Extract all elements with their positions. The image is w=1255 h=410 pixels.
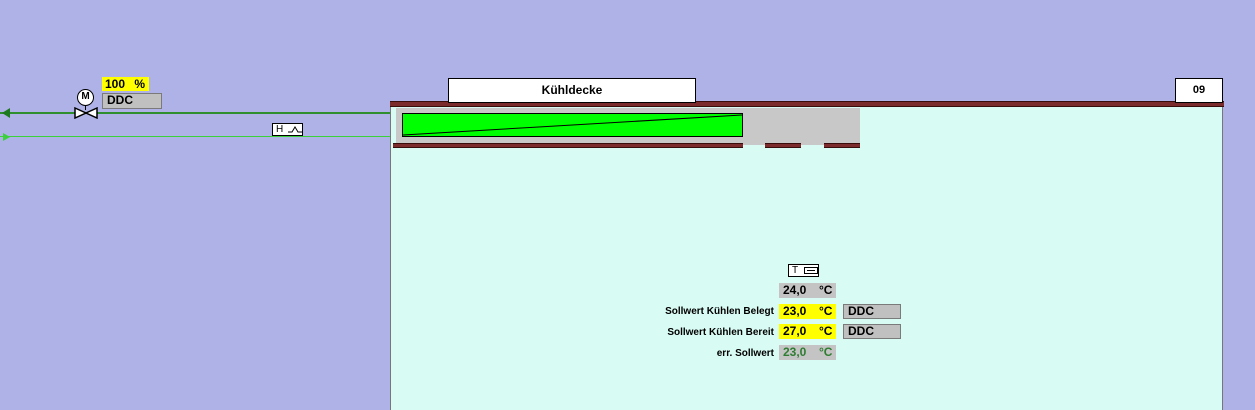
room-temperature-readout[interactable]: 24,0 °C xyxy=(779,283,836,298)
heat-exchanger-tag[interactable]: H xyxy=(272,123,303,136)
valve-position-unit: % xyxy=(134,77,146,91)
heat-exchanger-letter: H xyxy=(276,124,284,135)
room-number: 09 xyxy=(1175,78,1223,103)
effective-setpoint-readout[interactable]: 23,0 °C xyxy=(779,345,836,360)
valve-position-readout[interactable]: 100 % xyxy=(102,77,149,91)
supply-pipe xyxy=(0,112,392,114)
sensor-symbol-icon xyxy=(803,266,818,274)
setpoint-standby-label: Sollwert Kühlen Bereit xyxy=(667,327,774,338)
motor-icon[interactable]: M xyxy=(77,89,94,106)
setpoint-occupied-ddc-button[interactable]: DDC xyxy=(843,304,901,319)
return-pipe xyxy=(0,136,392,137)
room-temperature-value: 24,0 xyxy=(783,283,807,297)
panel-rail-middle xyxy=(765,143,801,148)
setpoint-standby-ddc-button[interactable]: DDC xyxy=(843,324,901,339)
valve-icon[interactable] xyxy=(74,107,98,119)
setpoint-occupied-input[interactable]: 23,0 °C xyxy=(779,304,836,319)
valve-position-value: 100 xyxy=(105,77,126,91)
room-temperature-unit: °C xyxy=(819,283,833,297)
effective-setpoint-unit: °C xyxy=(819,345,833,359)
panel-flow-line xyxy=(403,114,742,136)
sensor-letter: T xyxy=(792,265,798,276)
supply-flow-arrow-icon xyxy=(2,108,10,118)
panel-rail-right xyxy=(824,143,860,148)
return-flow-arrow-icon xyxy=(3,133,10,141)
temperature-sensor-tag[interactable]: T xyxy=(788,264,819,277)
setpoint-standby-input[interactable]: 27,0 °C xyxy=(779,324,836,339)
setpoint-standby-value: 27,0 xyxy=(783,324,807,338)
valve-mode-ddc-button[interactable]: DDC xyxy=(102,93,162,109)
panel-rail-left xyxy=(393,143,743,148)
setpoint-occupied-label: Sollwert Kühlen Belegt xyxy=(665,306,774,317)
cooling-ceiling-panel[interactable] xyxy=(402,113,743,137)
room-title: Kühldecke xyxy=(448,78,696,103)
room-area xyxy=(390,107,1223,410)
setpoint-occupied-value: 23,0 xyxy=(783,304,807,318)
heat-exchanger-symbol-icon xyxy=(288,126,303,133)
setpoint-standby-unit: °C xyxy=(819,324,833,338)
effective-setpoint-label: err. Sollwert xyxy=(716,348,774,359)
setpoint-occupied-unit: °C xyxy=(819,304,833,318)
effective-setpoint-value: 23,0 xyxy=(783,345,807,359)
